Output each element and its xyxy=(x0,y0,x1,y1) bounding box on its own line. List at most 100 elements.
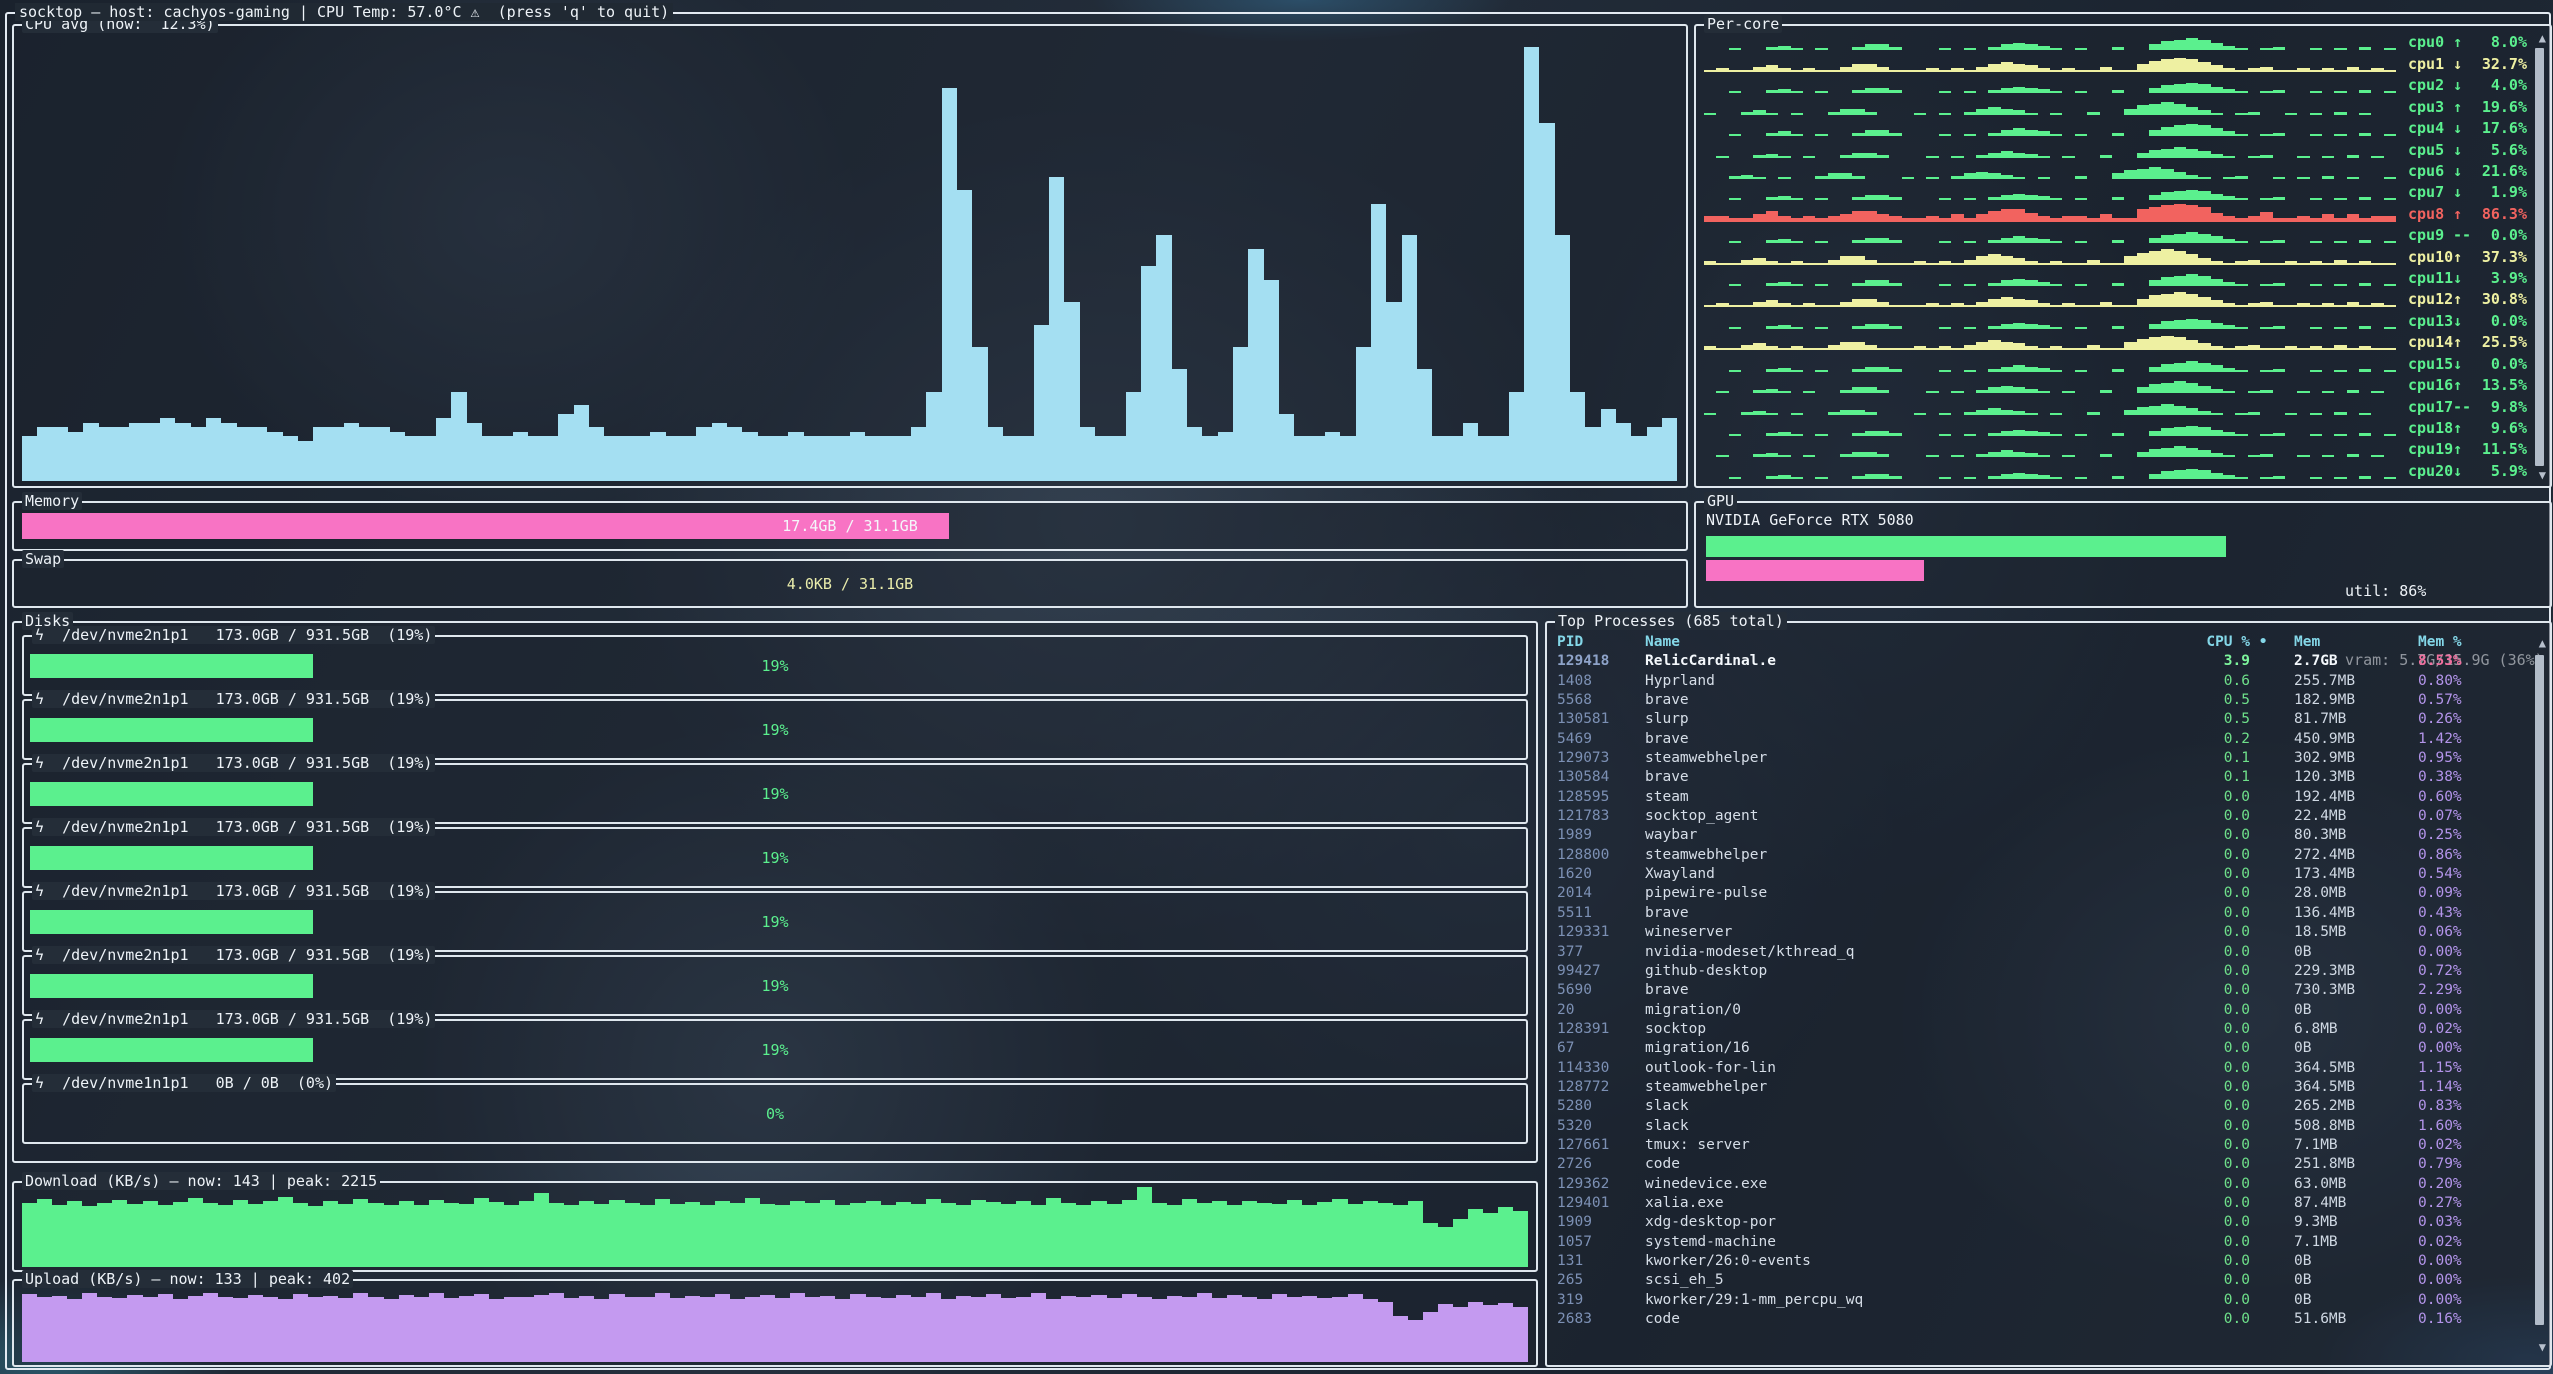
process-row[interactable]: 114330outlook-for-lin0.0364.5MB1.15% xyxy=(1557,1059,2526,1078)
process-row[interactable]: 130584brave0.1120.3MB0.38% xyxy=(1557,768,2526,787)
histogram-bar xyxy=(127,1204,142,1267)
process-row[interactable]: 1909xdg-desktop-por0.09.3MB0.03% xyxy=(1557,1213,2526,1232)
histogram-bar xyxy=(1524,47,1539,481)
process-row[interactable]: 128595steam0.0192.4MB0.60% xyxy=(1557,788,2526,807)
process-row[interactable]: 5511brave0.0136.4MB0.43% xyxy=(1557,904,2526,923)
column-header[interactable]: Name xyxy=(1645,633,2146,652)
histogram-bar xyxy=(1468,1209,1483,1267)
column-header[interactable]: CPU % xyxy=(2146,633,2250,652)
histogram-bar xyxy=(1453,1219,1468,1267)
histogram-bar xyxy=(1167,1205,1182,1267)
disk-box: ϟ /dev/nvme2n1p1 173.0GB / 931.5GB (19%)… xyxy=(22,1019,1528,1080)
sparkline-bar xyxy=(2186,59,2198,72)
core-sparkline xyxy=(1704,307,2396,328)
process-row[interactable]: 129331wineserver0.018.5MB0.06% xyxy=(1557,923,2526,942)
gpu-device-name: NVIDIA GeForce RTX 5080 xyxy=(1706,511,1914,529)
process-row[interactable]: 129401xalia.exe0.087.4MB0.27% xyxy=(1557,1194,2526,1213)
process-row[interactable]: 1989waybar0.080.3MB0.25% xyxy=(1557,826,2526,845)
histogram-bar xyxy=(655,1199,670,1267)
sparkline-bar xyxy=(2161,149,2173,158)
proc-scroll-up-icon[interactable]: ▲ xyxy=(2539,637,2546,649)
column-header[interactable]: Mem xyxy=(2280,633,2408,652)
sparkline-bar xyxy=(2161,192,2173,200)
sparkline-bar xyxy=(2013,43,2025,50)
histogram-bar xyxy=(37,1297,52,1362)
histogram-bar xyxy=(1122,1294,1137,1362)
histogram-bar xyxy=(1453,1307,1468,1362)
sparkline-bar xyxy=(2161,41,2173,50)
disks-list: ϟ /dev/nvme2n1p1 173.0GB / 931.5GB (19%)… xyxy=(22,635,1528,1153)
sparkline-bar xyxy=(2001,151,2013,158)
process-row[interactable]: 5320slack0.0508.8MB1.60% xyxy=(1557,1117,2526,1136)
process-row[interactable]: 129362winedevice.exe0.063.0MB0.20% xyxy=(1557,1175,2526,1194)
sparkline-bar xyxy=(2161,471,2173,479)
sparkline-bar xyxy=(2137,339,2149,350)
process-row[interactable]: 128391socktop0.06.8MB0.02% xyxy=(1557,1020,2526,1039)
process-row[interactable]: 131kworker/26:0-events0.00B0.00% xyxy=(1557,1252,2526,1271)
process-scrollbar[interactable] xyxy=(2535,655,2544,1325)
process-row[interactable]: 2683code0.051.6MB0.16% xyxy=(1557,1310,2526,1329)
disk-title: ϟ /dev/nvme1n1p1 0B / 0B (0%) xyxy=(32,1074,336,1092)
process-row[interactable]: 5690brave0.0730.3MB2.29% xyxy=(1557,981,2526,1000)
sparkline-bar xyxy=(2013,258,2025,265)
disk-gauge: 19% xyxy=(30,846,1520,870)
process-row[interactable]: 130581slurp0.581.7MB0.26% xyxy=(1557,710,2526,729)
histogram-bar xyxy=(221,423,236,481)
process-row[interactable]: 5280slack0.0265.2MB0.83% xyxy=(1557,1097,2526,1116)
histogram-bar xyxy=(625,1297,640,1362)
process-row[interactable]: 127661tmux: server0.07.1MB0.02% xyxy=(1557,1136,2526,1155)
sparkline-bar xyxy=(2013,365,2025,372)
process-row[interactable]: 1620Xwayland0.0173.4MB0.54% xyxy=(1557,865,2526,884)
disk-title: ϟ /dev/nvme2n1p1 173.0GB / 931.5GB (19%) xyxy=(32,626,435,644)
disks-panel: Disks ϟ /dev/nvme2n1p1 173.0GB / 931.5GB… xyxy=(12,621,1538,1163)
process-row[interactable]: 1057systemd-machine0.07.1MB0.02% xyxy=(1557,1233,2526,1252)
histogram-bar xyxy=(143,1201,158,1267)
process-row[interactable]: 67migration/160.00B0.00% xyxy=(1557,1039,2526,1058)
histogram-bar xyxy=(926,392,941,481)
process-row[interactable]: 2014pipewire-pulse0.028.0MB0.09% xyxy=(1557,884,2526,903)
disk-gauge-label: 19% xyxy=(30,1041,1520,1059)
histogram-bar xyxy=(82,1293,97,1362)
sparkline-bar xyxy=(2174,320,2186,329)
disk-gauge: 19% xyxy=(30,974,1520,998)
histogram-bar xyxy=(37,1199,52,1267)
histogram-bar xyxy=(850,432,865,481)
per-core-scrollbar[interactable] xyxy=(2535,48,2544,466)
column-header[interactable]: Mem % xyxy=(2408,633,2526,652)
sparkline-bar xyxy=(1976,342,1988,350)
scroll-up-icon[interactable]: ▲ xyxy=(2539,32,2546,44)
core-label-cpu18: cpu18↑9.6% xyxy=(2408,418,2536,439)
sparkline-bar xyxy=(1766,300,1778,307)
process-row[interactable]: 128800steamwebhelper0.0272.4MB0.86% xyxy=(1557,846,2526,865)
process-row[interactable]: 377nvidia-modeset/kthread_q0.00B0.00% xyxy=(1557,943,2526,962)
sparkline-bar xyxy=(2001,256,2013,265)
process-row[interactable]: 121783socktop_agent0.022.4MB0.07% xyxy=(1557,807,2526,826)
sparkline-bar xyxy=(2198,450,2210,457)
process-row[interactable]: 2726code0.0251.8MB0.79% xyxy=(1557,1155,2526,1174)
scroll-down-icon[interactable]: ▼ xyxy=(2539,469,2546,481)
column-header[interactable]: • xyxy=(2250,633,2280,652)
histogram-bar xyxy=(594,1204,609,1267)
process-row[interactable]: 128772steamwebhelper0.0364.5MB1.14% xyxy=(1557,1078,2526,1097)
process-row[interactable]: 265scsi_eh_50.00B0.00% xyxy=(1557,1271,2526,1290)
process-row[interactable]: 20migration/00.00B0.00% xyxy=(1557,1001,2526,1020)
download-panel: Download (KB/s) — now: 143 | peak: 2215 xyxy=(12,1181,1538,1272)
histogram-bar xyxy=(1348,1204,1363,1267)
core-sparkline xyxy=(1704,93,2396,114)
process-row[interactable]: 129418RelicCardinal.e3.92.7GB8.53% xyxy=(1557,652,2526,671)
column-header[interactable]: PID xyxy=(1557,633,1645,652)
sparkline-bar xyxy=(2025,65,2037,72)
histogram-bar xyxy=(344,423,359,481)
histogram-bar xyxy=(1448,436,1463,481)
process-row[interactable]: 1408Hyprland0.6255.7MB0.80% xyxy=(1557,672,2526,691)
proc-scroll-down-icon[interactable]: ▼ xyxy=(2539,1341,2546,1353)
histogram-bar xyxy=(293,1203,308,1267)
process-row[interactable]: 129073steamwebhelper0.1302.9MB0.95% xyxy=(1557,749,2526,768)
sparkline-bar xyxy=(2161,249,2173,265)
histogram-bar xyxy=(1423,1312,1438,1362)
process-row[interactable]: 5469brave0.2450.9MB1.42% xyxy=(1557,730,2526,749)
process-row[interactable]: 99427github-desktop0.0229.3MB0.72% xyxy=(1557,962,2526,981)
process-row[interactable]: 319kworker/29:1-mm_percpu_wq0.00B0.00% xyxy=(1557,1291,2526,1310)
gpu-title: GPU xyxy=(1704,492,1737,510)
process-row[interactable]: 5568brave0.5182.9MB0.57% xyxy=(1557,691,2526,710)
